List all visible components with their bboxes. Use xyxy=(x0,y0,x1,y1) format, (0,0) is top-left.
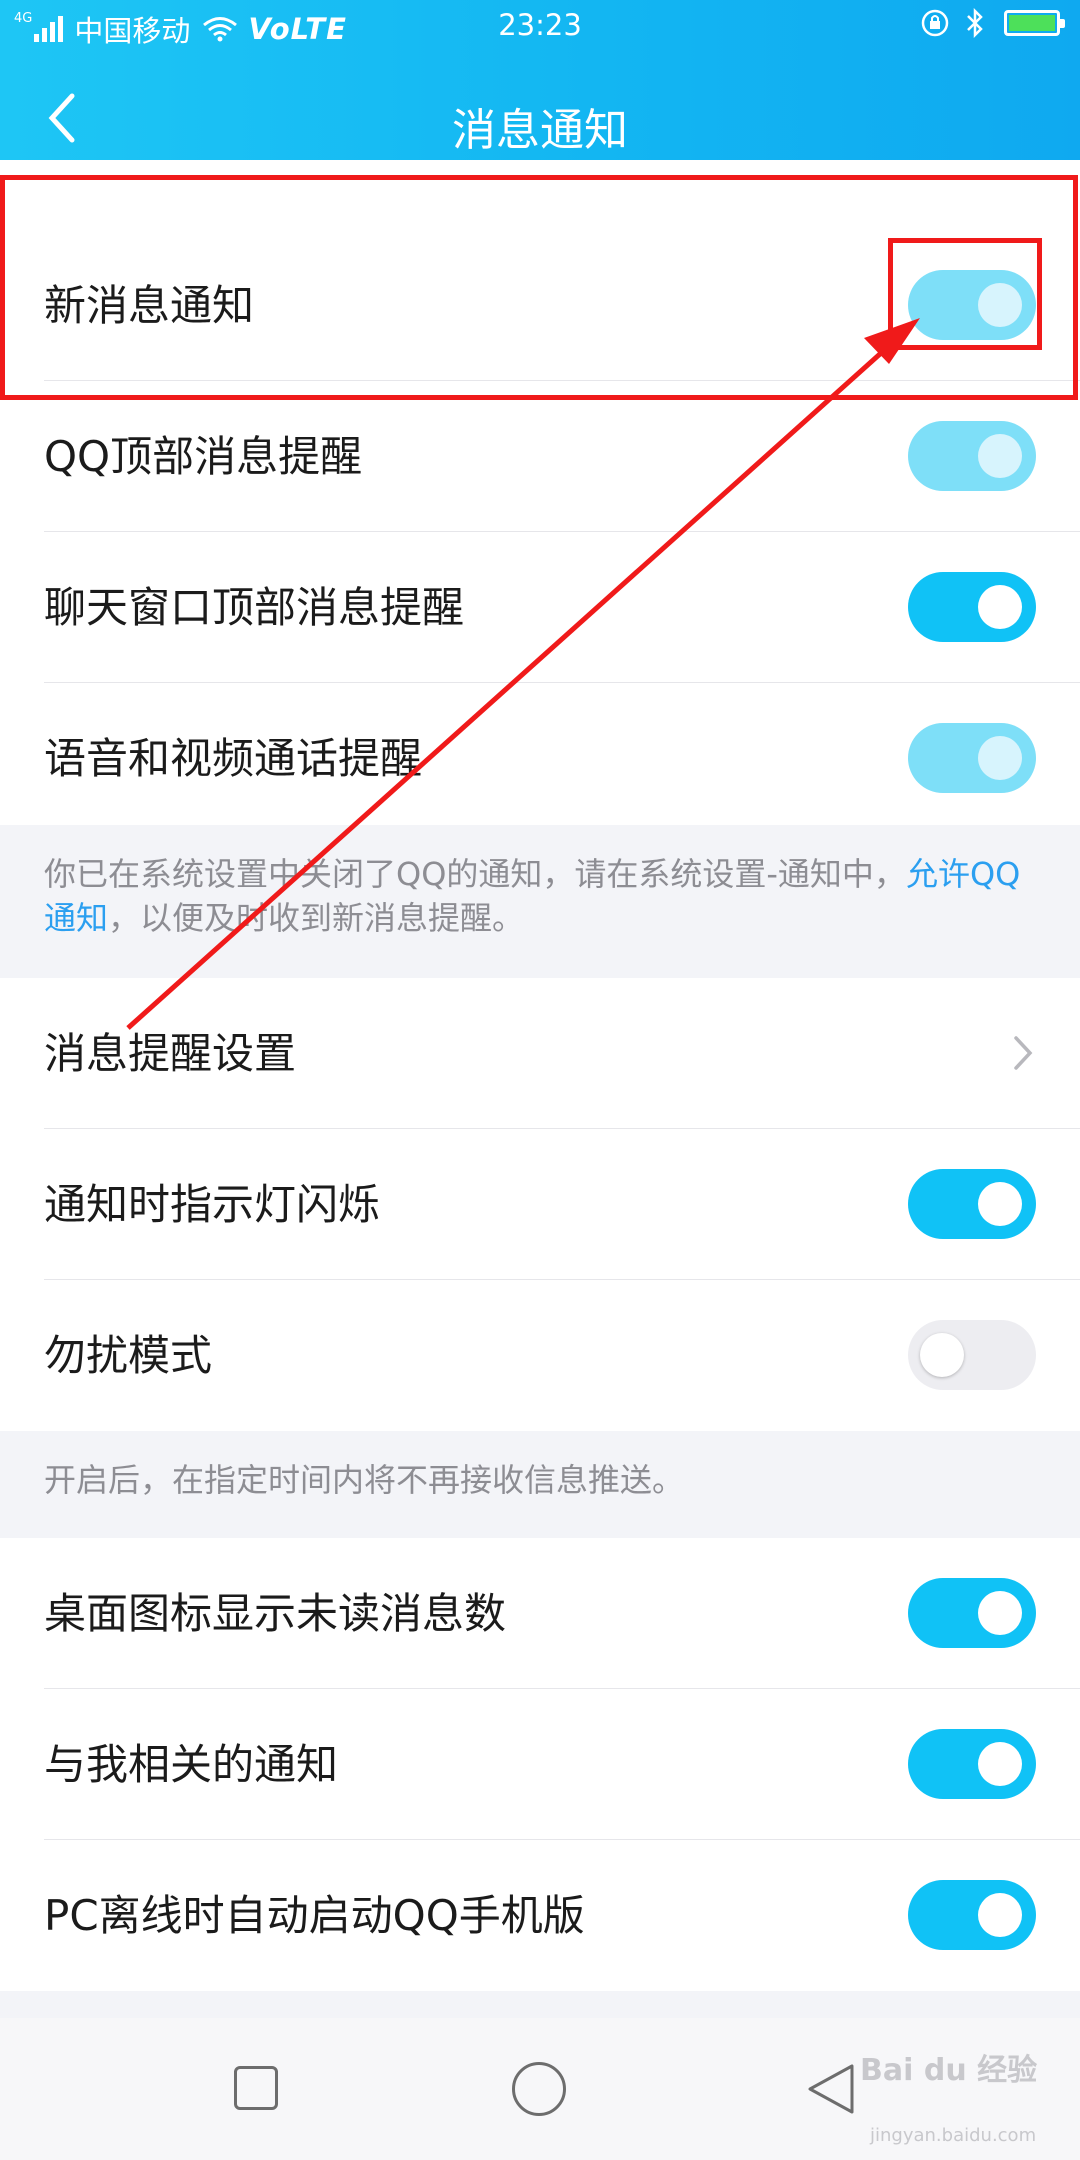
pc-offline-autostart-row[interactable]: PC离线时自动启动QQ手机版 xyxy=(0,1840,1080,1991)
row-label: 语音和视频通话提醒 xyxy=(44,734,423,783)
watermark-url: jingyan.baidu.com xyxy=(870,2125,1037,2146)
new-message-notification-row[interactable]: 新消息通知 xyxy=(0,230,1080,381)
row-label: 桌面图标显示未读消息数 xyxy=(44,1589,507,1638)
battery-charging-icon xyxy=(1004,10,1065,36)
system-notification-note: 你已在系统设置中关闭了QQ的通知，请在系统设置-通知中，允许QQ通知，以便及时收… xyxy=(44,855,1021,937)
led-blink-row[interactable]: 通知时指示灯闪烁 xyxy=(0,1129,1080,1280)
recent-apps-icon[interactable] xyxy=(234,2066,278,2110)
chat-window-top-message-row[interactable]: 聊天窗口顶部消息提醒 xyxy=(0,532,1080,683)
related-to-me-row[interactable]: 与我相关的通知 xyxy=(0,1689,1080,1840)
related-to-me-toggle[interactable] xyxy=(908,1729,1036,1799)
back-icon[interactable] xyxy=(802,2062,862,2116)
row-label: QQ顶部消息提醒 xyxy=(44,432,363,481)
qq-top-message-row[interactable]: QQ顶部消息提醒 xyxy=(0,381,1080,532)
baidu-jingyan-watermark: Bai du 经验 xyxy=(860,2053,1038,2088)
row-label: 勿扰模式 xyxy=(44,1331,213,1380)
row-label: 通知时指示灯闪烁 xyxy=(44,1180,381,1229)
voice-video-call-row[interactable]: 语音和视频通话提醒 xyxy=(0,683,1080,834)
led-blink-toggle[interactable] xyxy=(908,1169,1036,1239)
status-right xyxy=(920,8,1065,38)
badge-unread-count-row[interactable]: 桌面图标显示未读消息数 xyxy=(0,1538,1080,1689)
orientation-lock-icon xyxy=(921,9,949,37)
message-reminder-settings-row[interactable]: 消息提醒设置 xyxy=(0,978,1080,1129)
row-label: 新消息通知 xyxy=(44,281,255,330)
page-title: 消息通知 xyxy=(452,105,628,156)
qq-top-message-toggle[interactable] xyxy=(908,421,1036,491)
row-label: 聊天窗口顶部消息提醒 xyxy=(44,583,465,632)
reminder-section: 消息提醒设置 通知时指示灯闪烁 勿扰模式 xyxy=(0,978,1080,1431)
bluetooth-icon xyxy=(967,8,983,38)
app-header: 4G 中国移动 VoLTE 23:23 消息通知 xyxy=(0,0,1080,175)
notification-toggles-section: 新消息通知 QQ顶部消息提醒 聊天窗口顶部消息提醒 语音和视频通话提醒 xyxy=(0,160,1080,825)
home-icon[interactable] xyxy=(512,2062,566,2116)
voice-video-call-toggle[interactable] xyxy=(908,723,1036,793)
pc-offline-autostart-toggle[interactable] xyxy=(908,1880,1036,1950)
row-label: 与我相关的通知 xyxy=(44,1740,339,1789)
other-notifications-section: 桌面图标显示未读消息数 与我相关的通知 PC离线时自动启动QQ手机版 xyxy=(0,1538,1080,1991)
status-bar: 4G 中国移动 VoLTE 23:23 xyxy=(0,0,1080,58)
new-message-notification-toggle[interactable] xyxy=(908,270,1036,340)
do-not-disturb-note: 开启后，在指定时间内将不再接收信息推送。 xyxy=(44,1461,685,1499)
row-label: 消息提醒设置 xyxy=(44,1029,297,1078)
badge-unread-count-toggle[interactable] xyxy=(908,1578,1036,1648)
chevron-right-icon xyxy=(1014,1036,1033,1070)
status-time: 23:23 xyxy=(498,8,582,42)
chat-window-top-message-toggle[interactable] xyxy=(908,572,1036,642)
do-not-disturb-row[interactable]: 勿扰模式 xyxy=(0,1280,1080,1431)
do-not-disturb-toggle[interactable] xyxy=(908,1320,1036,1390)
row-label: PC离线时自动启动QQ手机版 xyxy=(44,1891,585,1940)
